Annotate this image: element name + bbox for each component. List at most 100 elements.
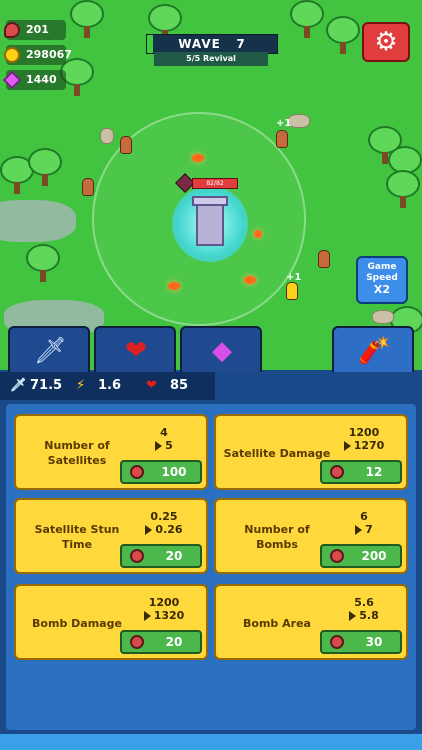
meat-icon [330, 465, 344, 479]
tab-health[interactable]: ❤ [94, 326, 176, 372]
upgrade-name: Number of Bombs [244, 523, 310, 551]
next-value: 1320 [153, 609, 185, 622]
upgrade-cost: 20 [165, 635, 183, 649]
upgrade-card-bomb-count: Number of Bombs 67 200 [214, 498, 408, 574]
upgrade-cost: 20 [165, 549, 183, 563]
meat-value: 201 [26, 23, 49, 36]
wave-label: WAVE [178, 37, 221, 51]
upgrade-buy-button[interactable]: 12 [320, 460, 402, 484]
tree [326, 16, 360, 54]
floating-reward-text: +1 [276, 118, 292, 129]
tree [386, 170, 420, 208]
arrow-icon [145, 525, 153, 535]
settings-button[interactable]: ⚙ [362, 22, 410, 62]
fireball [168, 282, 180, 290]
tab-attack[interactable]: 🗡 [8, 326, 90, 372]
current-value: 5.6 [354, 596, 374, 609]
gem-icon: ◆ [212, 336, 232, 366]
gem-counter: 1440 [2, 70, 66, 90]
arrow-icon [355, 525, 363, 535]
enemy [286, 282, 298, 300]
current-value: 0.25 [150, 510, 178, 523]
gear-icon: ⚙ [374, 27, 398, 57]
upgrade-name: Number of Satellites [44, 439, 110, 467]
tower-health-bar: 82/82 [175, 173, 238, 193]
meat-icon [4, 22, 20, 38]
fireball [254, 230, 262, 238]
next-value: 1270 [353, 439, 385, 452]
meat-icon [330, 549, 344, 563]
upgrade-buy-button[interactable]: 20 [120, 630, 202, 654]
attack-stat: 71.5 [30, 378, 63, 393]
upgrade-buy-button[interactable]: 30 [320, 630, 402, 654]
tab-gems[interactable]: ◆ [180, 326, 262, 372]
heart-icon: ❤ [125, 336, 147, 366]
upgrade-buy-button[interactable]: 100 [120, 460, 202, 484]
arrow-icon [349, 611, 357, 621]
upgrade-card-satellite-damage: Satellite Damage 1200 1270 12 [214, 414, 408, 490]
meat-icon [130, 465, 144, 479]
gem-icon [2, 70, 22, 90]
meat-counter: 201 [4, 20, 66, 40]
tree [28, 148, 62, 186]
arrow-icon [143, 611, 151, 621]
upgrade-name: Satellite Damage [223, 446, 331, 460]
next-value: 0.26 [155, 523, 183, 536]
rock [100, 128, 114, 144]
tree [26, 244, 60, 282]
arrow-icon [155, 441, 163, 451]
current-value: 4 [160, 426, 168, 439]
upgrade-buy-button[interactable]: 200 [320, 544, 402, 568]
upgrade-card-bomb-damage: Bomb Damage 1200 1320 20 [14, 584, 208, 660]
meat-icon [130, 549, 144, 563]
upgrade-name: Bomb Area [243, 616, 311, 630]
speed-label-line1: Game [367, 262, 397, 272]
upgrade-cost: 200 [361, 549, 387, 563]
tower [192, 196, 228, 248]
lightning-icon: ⚡ [76, 378, 86, 393]
upgrade-cost: 100 [161, 465, 187, 479]
next-value: 5.8 [359, 609, 379, 622]
bottom-strip [0, 734, 422, 750]
current-value: 1200 [148, 596, 180, 609]
dynamite-icon: 🧨 [358, 336, 391, 366]
wave-progress-fill [147, 35, 153, 53]
current-value: 6 [360, 510, 368, 523]
game-field: 82/82 +1 +1 201 298067 1440 WAVE 7 5/5 R… [0, 0, 422, 372]
next-value: 7 [365, 523, 373, 536]
upgrade-card-stun-time: Satellite Stun Time 0.25 0.26 20 [14, 498, 208, 574]
revival-counter: 5/5 Revival [154, 52, 268, 66]
meat-icon [330, 635, 344, 649]
gem-value: 1440 [26, 73, 57, 86]
speed-multiplier: X2 [373, 283, 391, 296]
stats-bar: 🗡 71.5 ⚡ 1.6 ❤ 85 [0, 372, 215, 400]
rock [372, 310, 394, 324]
enemy [82, 178, 94, 196]
upgrade-name: Bomb Damage [32, 616, 122, 630]
tower-hp-label: 82/82 [192, 178, 238, 189]
upgrade-buy-button[interactable]: 20 [120, 544, 202, 568]
next-value: 5 [165, 439, 173, 452]
coin-icon [4, 47, 20, 63]
game-speed-button[interactable]: Game Speed X2 [356, 256, 408, 304]
upgrade-card-satellite-count: Number of Satellites 45 100 [14, 414, 208, 490]
enemy [276, 130, 288, 148]
speed-stat: 1.6 [98, 378, 122, 393]
upgrade-card-bomb-area: Bomb Area 5.6 5.8 30 [214, 584, 408, 660]
heart-icon: ❤ [146, 378, 157, 393]
tree [70, 0, 104, 38]
meat-icon [130, 635, 144, 649]
arrow-icon [343, 441, 351, 451]
health-stat: 85 [170, 378, 189, 393]
tab-bombs[interactable]: 🧨 [332, 326, 414, 372]
wave-number: 7 [236, 37, 246, 51]
sword-icon: 🗡 [34, 336, 68, 366]
coin-value: 298067 [26, 48, 72, 61]
puddle [0, 200, 76, 242]
upgrade-name: Satellite Stun Time [34, 523, 120, 551]
floating-reward-text: +1 [286, 272, 302, 283]
upgrade-cost: 30 [365, 635, 383, 649]
upgrade-cost: 12 [365, 465, 383, 479]
sword-icon: 🗡 [10, 378, 27, 393]
enemy [318, 250, 330, 268]
